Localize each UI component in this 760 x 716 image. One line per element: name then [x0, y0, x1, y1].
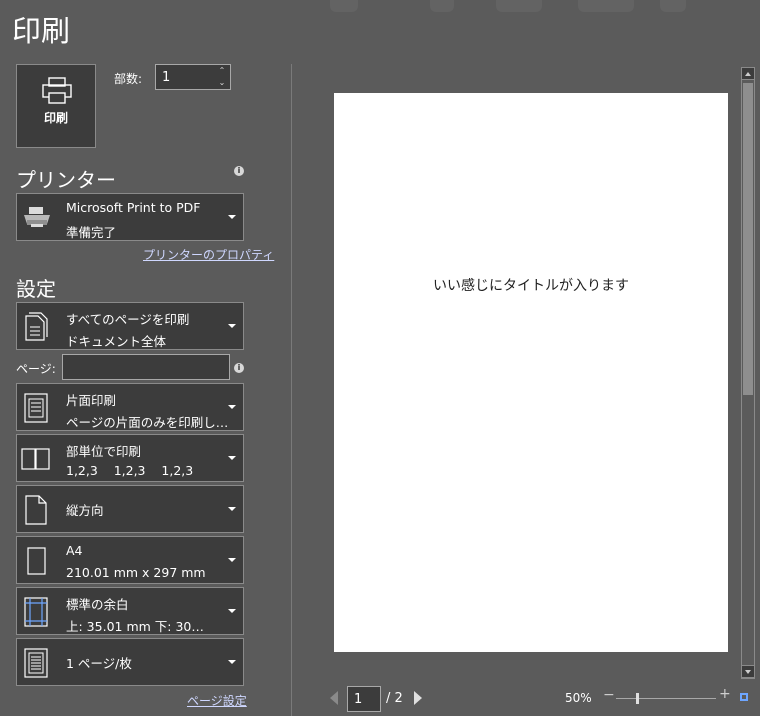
- header-decoration: [660, 0, 686, 12]
- copies-stepper[interactable]: 1 ⌃ ⌄: [155, 64, 231, 90]
- chevron-down-icon: [228, 456, 236, 460]
- sides-title: 片面印刷: [66, 393, 117, 408]
- print-scope-detail: ドキュメント全体: [66, 334, 167, 349]
- chevron-up-icon[interactable]: ⌃: [217, 66, 227, 76]
- chevron-down-icon: [228, 558, 236, 562]
- print-button[interactable]: 印刷: [16, 64, 96, 148]
- printer-name: Microsoft Print to PDF: [66, 200, 201, 215]
- header-decoration: [578, 0, 634, 12]
- scroll-up-button[interactable]: [741, 67, 755, 80]
- pages-per-sheet-dropdown[interactable]: 1 ページ/枚: [16, 638, 244, 686]
- chevron-down-icon: [228, 507, 236, 511]
- sides-detail: ページの片面のみを印刷し…: [66, 415, 229, 430]
- print-button-label: 印刷: [43, 111, 68, 125]
- zoom-slider[interactable]: [616, 698, 716, 699]
- arrow-up-icon: [745, 72, 751, 76]
- printer-heading: プリンター: [16, 168, 116, 192]
- printer-icon: [42, 77, 72, 109]
- info-icon[interactable]: i: [234, 166, 244, 176]
- collate-detail: 1,2,3 1,2,3 1,2,3: [66, 463, 194, 478]
- chevron-down-icon[interactable]: ⌄: [217, 78, 227, 88]
- current-page-input[interactable]: 1: [347, 686, 381, 712]
- chevron-down-icon: [228, 324, 236, 328]
- document-pages-icon: [23, 312, 49, 346]
- printer-dropdown[interactable]: Microsoft Print to PDF 準備完了: [16, 193, 244, 241]
- collate-dropdown[interactable]: 部単位で印刷 1,2,3 1,2,3 1,2,3: [16, 434, 244, 482]
- paper-size-detail: 210.01 mm x 297 mm: [66, 565, 206, 580]
- zoom-out-icon[interactable]: −: [603, 687, 615, 703]
- pages-label: ページ:: [16, 362, 56, 376]
- page-title: 印刷: [12, 14, 71, 48]
- collate-icon: [21, 448, 51, 474]
- chevron-down-icon: [228, 660, 236, 664]
- previous-page-icon[interactable]: [330, 691, 338, 705]
- pages-input[interactable]: [62, 354, 230, 380]
- info-icon[interactable]: i: [234, 363, 244, 373]
- paper-size-dropdown[interactable]: A4 210.01 mm x 297 mm: [16, 536, 244, 584]
- pages-per-sheet-icon: [23, 648, 49, 682]
- printer-status: 準備完了: [66, 225, 117, 240]
- next-page-icon[interactable]: [414, 691, 422, 705]
- zoom-to-page-icon[interactable]: [740, 693, 748, 701]
- pages-per-sheet-title: 1 ページ/枚: [66, 656, 132, 671]
- print-scope-title: すべてのページを印刷: [66, 312, 190, 327]
- header-decoration: [330, 0, 358, 12]
- collate-title: 部単位で印刷: [66, 444, 142, 459]
- single-sided-icon: [23, 393, 49, 427]
- zoom-slider-thumb[interactable]: [636, 693, 639, 704]
- current-page-value: 1: [354, 692, 363, 707]
- total-pages: / 2: [386, 691, 403, 706]
- chevron-down-icon: [228, 405, 236, 409]
- preview-document-title: いい感じにタイトルが入ります: [433, 278, 629, 294]
- zoom-in-icon[interactable]: +: [719, 686, 731, 702]
- chevron-down-icon: [228, 609, 236, 613]
- orientation-title: 縦方向: [66, 503, 104, 518]
- portrait-page-icon: [23, 495, 49, 529]
- scroll-down-button[interactable]: [741, 665, 755, 678]
- printer-device-icon: [23, 206, 51, 232]
- print-preview-page: いい感じにタイトルが入ります: [334, 93, 728, 652]
- margins-detail: 上: 35.01 mm 下: 30…: [66, 619, 204, 634]
- paper-size-icon: [27, 547, 47, 579]
- orientation-dropdown[interactable]: 縦方向: [16, 485, 244, 533]
- margins-icon: [23, 597, 49, 631]
- print-scope-dropdown[interactable]: すべてのページを印刷 ドキュメント全体: [16, 302, 244, 350]
- zoom-level: 50%: [565, 691, 592, 705]
- page-setup-link[interactable]: ページ設定: [187, 692, 247, 709]
- arrow-down-icon: [745, 670, 751, 674]
- settings-heading: 設定: [16, 277, 56, 301]
- chevron-down-icon: [228, 215, 236, 219]
- header-decoration: [496, 0, 542, 12]
- margins-dropdown[interactable]: 標準の余白 上: 35.01 mm 下: 30…: [16, 587, 244, 635]
- scrollbar-thumb[interactable]: [743, 83, 753, 395]
- printer-properties-link[interactable]: プリンターのプロパティ: [143, 246, 274, 263]
- paper-size-title: A4: [66, 543, 83, 558]
- copies-label: 部数:: [114, 72, 143, 86]
- margins-title: 標準の余白: [66, 597, 129, 612]
- header-decoration: [430, 0, 454, 12]
- panel-divider: [291, 64, 292, 716]
- copies-value: 1: [162, 70, 171, 85]
- sides-dropdown[interactable]: 片面印刷 ページの片面のみを印刷し…: [16, 383, 244, 431]
